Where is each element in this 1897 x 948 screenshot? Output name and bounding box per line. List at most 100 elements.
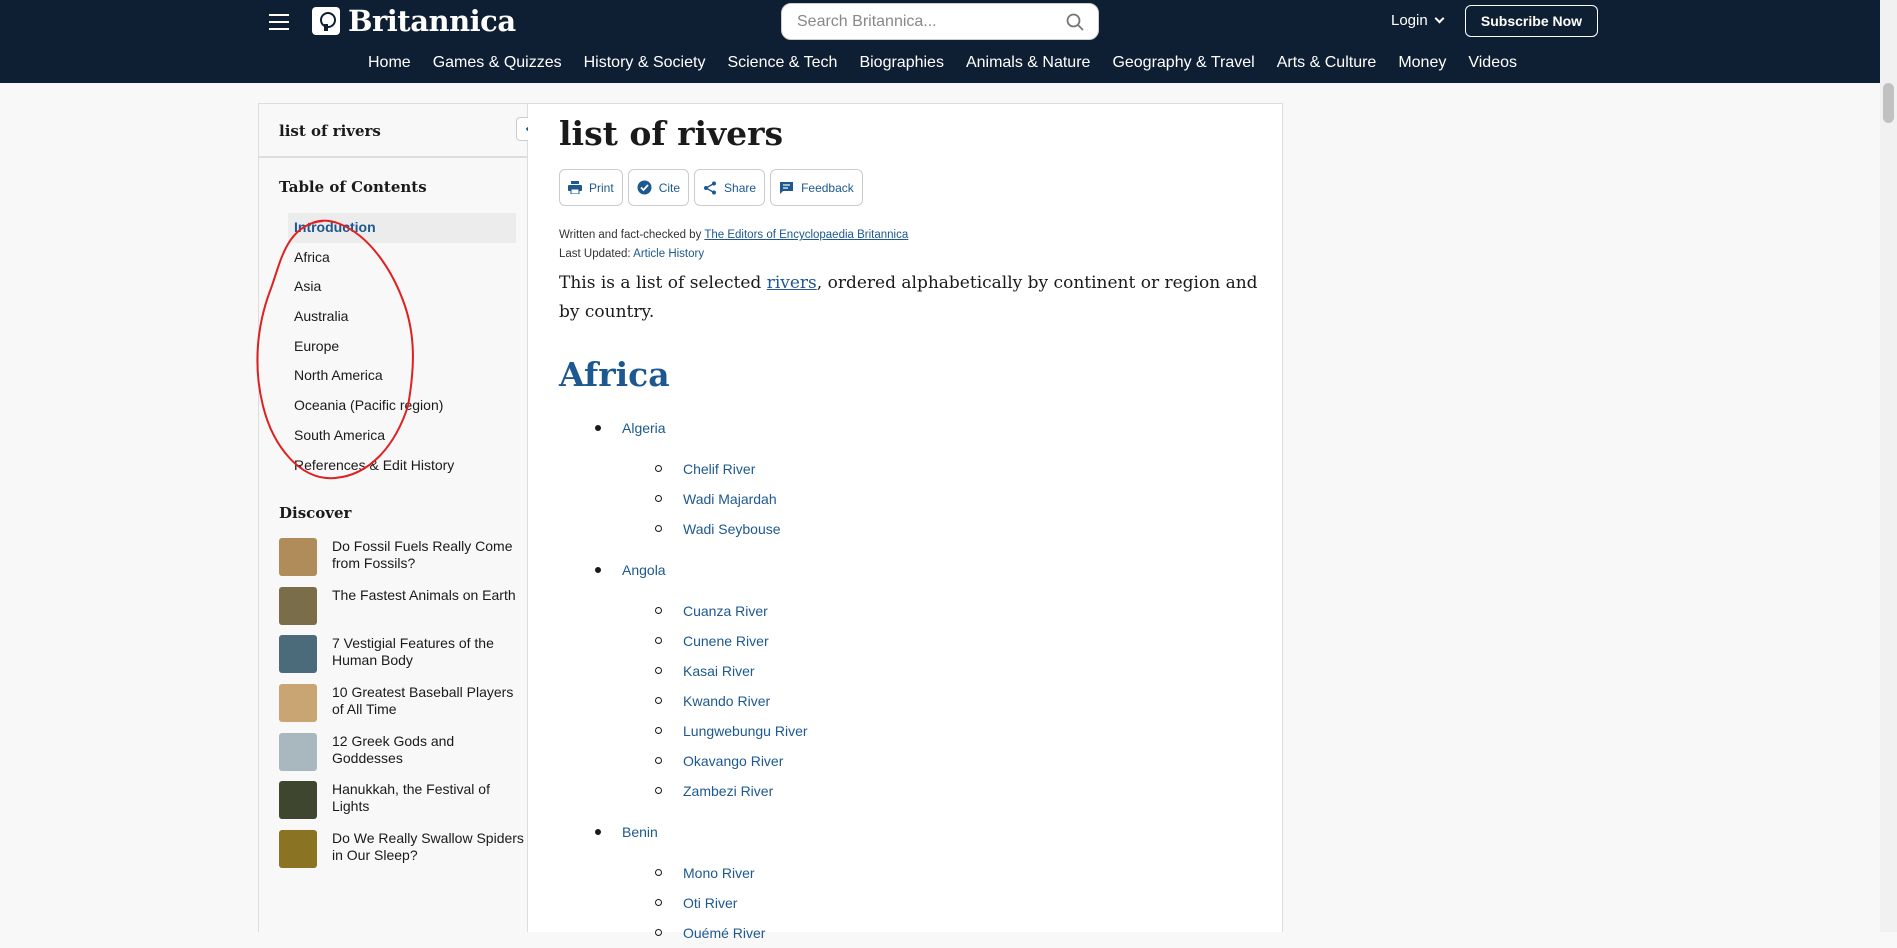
login-menu[interactable]: Login: [1391, 12, 1445, 29]
river-list-item: Oti River: [559, 888, 1259, 918]
river-list-item: Cuanza River: [559, 596, 1259, 626]
river-link[interactable]: Oti River: [683, 895, 737, 911]
river-list-item: Kasai River: [559, 656, 1259, 686]
river-list-item: Wadi Seybouse: [559, 514, 1259, 544]
subscribe-button[interactable]: Subscribe Now: [1465, 5, 1598, 37]
brand-name: Britannica: [348, 4, 516, 38]
thumbnail-image: [279, 586, 317, 625]
nav-arts-culture[interactable]: Arts & Culture: [1277, 54, 1377, 72]
discover-item[interactable]: Do Fossil Fuels Really Come from Fossils…: [279, 538, 524, 587]
river-link[interactable]: Wadi Seybouse: [683, 521, 781, 537]
river-link[interactable]: Cuanza River: [683, 603, 768, 619]
article-tools: Print Cite Share Feedback: [559, 169, 863, 206]
country-list-item: Angola: [559, 554, 1259, 586]
discover-item-title: Hanukkah, the Festival of Lights: [332, 781, 490, 815]
share-button[interactable]: Share: [694, 169, 766, 206]
river-link[interactable]: Zambezi River: [683, 783, 773, 799]
discover-item[interactable]: Do We Really Swallow Spiders in Our Slee…: [279, 830, 524, 879]
intro-text: This is a list of selected: [559, 273, 767, 293]
discover-item[interactable]: 12 Greek Gods and Goddesses: [279, 732, 524, 782]
search-icon[interactable]: [1066, 13, 1084, 31]
nav-games-quizzes[interactable]: Games & Quizzes: [433, 54, 562, 72]
toc-item[interactable]: Australia: [288, 302, 516, 332]
river-link[interactable]: Chelif River: [683, 461, 755, 477]
share-label: Share: [724, 180, 757, 195]
river-link[interactable]: Ouémé River: [683, 925, 765, 941]
toc-item[interactable]: South America: [288, 421, 516, 451]
thumbnail-image: [279, 684, 317, 723]
article-history-link[interactable]: Article History: [633, 248, 704, 260]
river-link[interactable]: Okavango River: [683, 753, 783, 769]
nav-animals-nature[interactable]: Animals & Nature: [966, 54, 1091, 72]
river-list-item: Okavango River: [559, 746, 1259, 776]
toc-item[interactable]: Europe: [288, 332, 516, 362]
sidebar: list of rivers Table of Contents Introdu…: [258, 103, 540, 932]
scrollbar-thumb[interactable]: [1883, 83, 1894, 123]
river-list-item: Kwando River: [559, 686, 1259, 716]
discover-heading: Discover: [279, 504, 352, 522]
cite-button[interactable]: Cite: [627, 169, 690, 206]
river-list-item: Zambezi River: [559, 776, 1259, 806]
toc-item[interactable]: Oceania (Pacific region): [288, 391, 516, 421]
river-link[interactable]: Wadi Majardah: [683, 491, 777, 507]
share-icon: [704, 181, 717, 194]
river-link[interactable]: Kwando River: [683, 693, 770, 709]
article-credits: Written and fact-checked by The Editors …: [559, 226, 908, 264]
thumbnail-image: [279, 732, 317, 771]
table-of-contents: Introduction Africa Asia Australia Europe Nor…: [288, 213, 516, 480]
page-title: list of rivers: [559, 114, 784, 153]
scrollbar[interactable]: [1880, 0, 1897, 932]
discover-item[interactable]: The Fastest Animals on Earth: [279, 586, 524, 636]
river-link[interactable]: Lungwebungu River: [683, 723, 808, 739]
discover-item[interactable]: 7 Vestigial Features of the Human Body: [279, 635, 524, 684]
cite-label: Cite: [658, 180, 681, 195]
nav-biographies[interactable]: Biographies: [859, 54, 944, 72]
editors-link[interactable]: The Editors of Encyclopaedia Britannica: [704, 229, 908, 241]
country-link[interactable]: Angola: [622, 562, 666, 578]
discover-item-title: 12 Greek Gods and Goddesses: [332, 732, 455, 766]
toc-item[interactable]: Africa: [288, 243, 516, 273]
nav-money[interactable]: Money: [1398, 54, 1446, 72]
search-input[interactable]: [782, 4, 1042, 39]
nav-home[interactable]: Home: [368, 54, 411, 72]
intro-paragraph: This is a list of selected rivers, order…: [559, 269, 1259, 327]
feedback-button[interactable]: Feedback: [770, 169, 863, 206]
chevron-down-icon: [1434, 13, 1445, 24]
divider: [259, 156, 527, 158]
section-heading-africa: Africa: [559, 355, 670, 394]
toc-item[interactable]: Introduction: [288, 213, 516, 243]
river-list-item: Lungwebungu River: [559, 716, 1259, 746]
country-link[interactable]: Algeria: [622, 420, 666, 436]
main-nav: Home Games & Quizzes History & Society S…: [368, 54, 1517, 72]
country-link[interactable]: Benin: [622, 824, 658, 840]
nav-geography-travel[interactable]: Geography & Travel: [1112, 54, 1254, 72]
britannica-logo[interactable]: Britannica: [312, 4, 516, 38]
thumbnail-image: [279, 830, 317, 869]
river-link[interactable]: Cunene River: [683, 633, 769, 649]
toc-heading: Table of Contents: [279, 178, 427, 196]
written-by-label: Written and fact-checked by: [559, 229, 702, 241]
thumbnail-image: [279, 635, 317, 674]
thistle-icon: [312, 7, 340, 35]
thumbnail-image: [279, 781, 317, 820]
toc-item[interactable]: Asia: [288, 272, 516, 302]
rivers-link[interactable]: rivers: [767, 273, 817, 293]
print-button[interactable]: Print: [559, 169, 623, 206]
login-label: Login: [1391, 12, 1428, 29]
printer-icon: [568, 181, 582, 194]
country-list-item: Benin: [559, 816, 1259, 848]
discover-list: Do Fossil Fuels Really Come from Fossils…: [279, 538, 524, 879]
discover-item[interactable]: 10 Greatest Baseball Players of All Time: [279, 684, 524, 733]
discover-item-title: 10 Greatest Baseball Players of All Time: [332, 684, 514, 718]
river-link[interactable]: Kasai River: [683, 663, 755, 679]
nav-videos[interactable]: Videos: [1468, 54, 1517, 72]
toc-item[interactable]: References & Edit History: [288, 451, 516, 481]
discover-item[interactable]: Hanukkah, the Festival of Lights: [279, 781, 524, 830]
toc-item[interactable]: North America: [288, 361, 516, 391]
site-header: Britannica Login Subscribe Now Home Game…: [0, 0, 1897, 83]
nav-science-tech[interactable]: Science & Tech: [727, 54, 837, 72]
nav-history-society[interactable]: History & Society: [584, 54, 706, 72]
river-link[interactable]: Mono River: [683, 865, 755, 881]
menu-icon[interactable]: [269, 14, 289, 30]
discover-item-title: 7 Vestigial Features of the Human Body: [332, 635, 494, 669]
